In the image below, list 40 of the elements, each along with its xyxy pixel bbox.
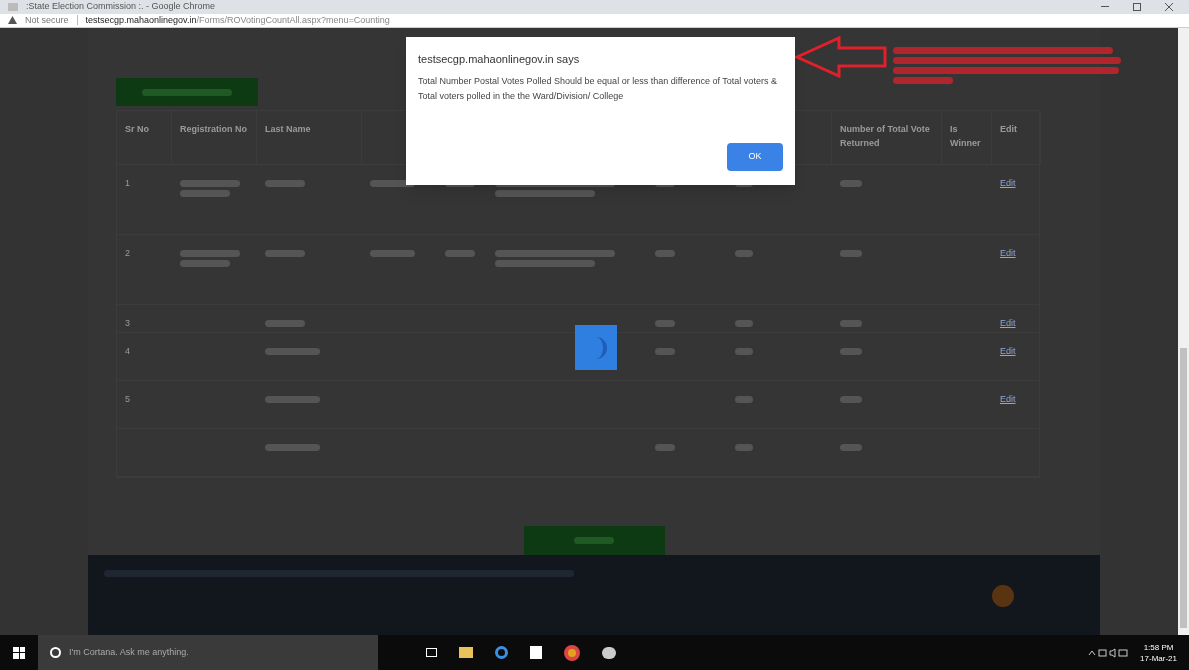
edit-link[interactable]: Edit — [1000, 178, 1016, 188]
scrollbar[interactable] — [1178, 28, 1189, 635]
table-cell: 2 — [125, 248, 130, 258]
ok-button[interactable]: OK — [727, 143, 783, 171]
edit-link[interactable]: Edit — [1000, 394, 1016, 404]
column-header: Edit — [1000, 124, 1017, 134]
security-label: Not secure — [25, 13, 69, 27]
dialog-origin: testsecgp.mahaonlinegov.in says — [418, 52, 581, 67]
table-cell: 5 — [125, 394, 130, 404]
url-text: testsecgp.mahaonlinegov.in/Forms/ROVotingCountAll.aspx?menu=Counting — [85, 13, 390, 27]
minimize-icon[interactable] — [1101, 6, 1109, 8]
edit-link[interactable]: Edit — [1000, 318, 1016, 328]
edge-icon[interactable] — [495, 646, 508, 659]
close-icon[interactable] — [1165, 2, 1173, 11]
column-header: Sr No — [125, 124, 149, 134]
loading-spinner — [575, 325, 617, 370]
page-icon — [8, 2, 18, 11]
task-view-icon[interactable] — [426, 648, 437, 657]
maximize-icon[interactable] — [1133, 2, 1141, 11]
app-icon[interactable] — [602, 646, 616, 659]
column-header: Last Name — [265, 124, 311, 134]
clock[interactable]: 1:58 PM 17-Mar-21 — [1140, 641, 1177, 664]
column-header: Is Winner — [950, 124, 981, 148]
cortana-search-field[interactable]: I'm Cortana. Ask me anything. — [38, 635, 378, 670]
table-cell: 3 — [125, 318, 130, 328]
tray-icons[interactable] — [1088, 647, 1129, 658]
edit-link[interactable]: Edit — [1000, 248, 1016, 258]
windows-icon[interactable] — [13, 646, 25, 659]
column-header: Registration No — [180, 124, 247, 134]
chrome-icon[interactable] — [564, 644, 580, 661]
cortana-icon — [50, 647, 61, 658]
dialog-message: Total Number Postal Votes Polled Should be equal or less than difference of Total voters & Total voters polled in the the Ward/Division/ College — [418, 74, 778, 103]
column-header: Number of Total Vote Returned — [840, 124, 930, 148]
window-title: :State Election Commission :. - Google Chrome — [26, 0, 216, 13]
edit-link[interactable]: Edit — [1000, 346, 1016, 356]
table-cell: 1 — [125, 178, 130, 188]
arrow-icon — [795, 36, 889, 78]
logo-icon — [992, 585, 1014, 607]
warning-icon — [8, 16, 17, 25]
table-cell: 4 — [125, 346, 130, 356]
